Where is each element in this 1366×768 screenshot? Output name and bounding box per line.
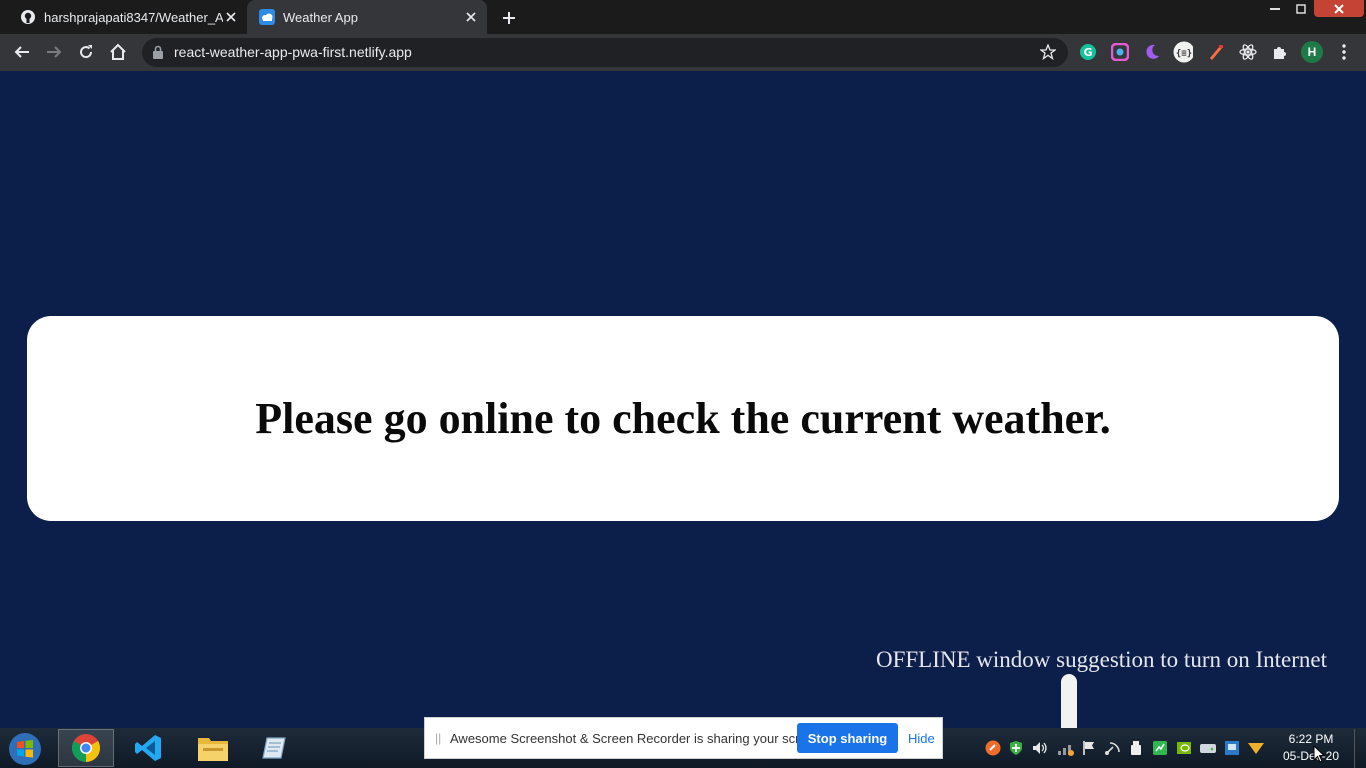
file-explorer-icon [198, 738, 228, 761]
puzzle-extensions-icon[interactable] [1270, 42, 1290, 62]
chrome-icon [72, 734, 100, 762]
stop-sharing-button[interactable]: Stop sharing [797, 723, 898, 753]
tray-nvidia-icon[interactable] [1175, 739, 1193, 757]
tray-brave-icon[interactable] [984, 739, 1002, 757]
close-tab-icon[interactable] [223, 9, 239, 25]
screenshot-extension-icon[interactable] [1110, 42, 1130, 62]
taskbar-notepad[interactable] [247, 729, 303, 767]
maximize-button[interactable] [1288, 0, 1314, 17]
show-desktop-button[interactable] [1354, 729, 1366, 768]
back-button[interactable] [10, 40, 34, 64]
offline-message: Please go online to check the current we… [255, 394, 1111, 443]
home-button[interactable] [106, 40, 130, 64]
drag-handle[interactable]: || [435, 731, 441, 745]
vscode-icon [135, 735, 161, 761]
screenshot-caption: OFFLINE window suggestion to turn on Int… [875, 647, 1327, 672]
weather-cloud-icon [259, 9, 275, 25]
address-bar[interactable]: react-weather-app-pwa-first.netlify.app [142, 38, 1068, 67]
windows-start-icon [9, 733, 41, 765]
forward-button[interactable] [42, 40, 66, 64]
tab-github[interactable]: harshprajapati8347/Weather_App [0, 0, 247, 34]
reload-button[interactable] [74, 40, 98, 64]
tray-green-app-icon[interactable] [1151, 739, 1169, 757]
taskbar-vscode[interactable] [121, 729, 177, 767]
start-button[interactable] [5, 731, 45, 767]
lock-icon [153, 45, 163, 59]
clock-date: 05-Dec-20 [1282, 749, 1340, 763]
grammarly-icon[interactable]: G [1078, 42, 1098, 62]
new-tab-button[interactable] [498, 7, 520, 29]
forward-arrow-icon [47, 46, 62, 58]
home-icon [110, 43, 126, 60]
tab-title: harshprajapati8347/Weather_App [44, 9, 223, 25]
tray-usb-icon[interactable] [1127, 739, 1145, 757]
back-arrow-icon [14, 46, 29, 58]
close-tab-icon[interactable] [463, 9, 479, 25]
tab-title: Weather App [283, 9, 358, 25]
taskbar-file-explorer[interactable] [185, 729, 241, 767]
volume-icon[interactable] [1031, 739, 1049, 757]
plus-icon [503, 12, 515, 24]
tray-satellite-icon[interactable] [1104, 739, 1122, 757]
svg-text:{≡}: {≡} [1176, 49, 1192, 59]
url-text: react-weather-app-pwa-first.netlify.app [174, 44, 412, 60]
notepad-icon [262, 737, 286, 759]
bookmark-star-icon[interactable] [1040, 44, 1056, 60]
mouse-cursor-icon [1313, 745, 1325, 763]
window-close-button[interactable] [1314, 0, 1364, 17]
dark-mode-moon-icon[interactable] [1142, 42, 1162, 62]
react-devtools-icon[interactable] [1238, 42, 1258, 62]
tray-drive-icon[interactable] [1199, 739, 1217, 757]
profile-initial: H [1307, 45, 1317, 59]
tray-shield-icon[interactable] [1007, 739, 1025, 757]
profile-avatar[interactable]: H [1301, 41, 1323, 63]
tray-display-icon[interactable] [1223, 739, 1241, 757]
screen-share-banner: || Awesome Screenshot & Screen Recorder … [424, 717, 943, 759]
share-message: Awesome Screenshot & Screen Recorder is … [450, 731, 825, 746]
tab-weather-app[interactable]: Weather App [247, 0, 487, 34]
taskbar-clock[interactable]: 6:22 PM 05-Dec-20 [1278, 731, 1344, 765]
network-offline-icon[interactable] [1056, 739, 1074, 757]
github-icon [21, 10, 35, 24]
tray-wifi-signal-icon[interactable] [1247, 739, 1265, 757]
svg-text:G: G [1083, 46, 1092, 59]
offline-message-card: Please go online to check the current we… [27, 316, 1339, 521]
color-picker-icon[interactable] [1206, 42, 1226, 62]
action-center-flag-icon[interactable] [1080, 739, 1098, 757]
tab-strip: harshprajapati8347/Weather_App Weather A… [0, 0, 1366, 34]
hide-button[interactable]: Hide [908, 731, 935, 746]
json-formatter-icon[interactable]: {≡} [1173, 41, 1193, 63]
clock-time: 6:22 PM [1288, 732, 1334, 746]
taskbar-chrome[interactable] [58, 729, 114, 767]
reload-icon [80, 45, 93, 59]
chrome-menu-icon[interactable] [1334, 42, 1354, 62]
minimize-button[interactable] [1262, 0, 1288, 17]
